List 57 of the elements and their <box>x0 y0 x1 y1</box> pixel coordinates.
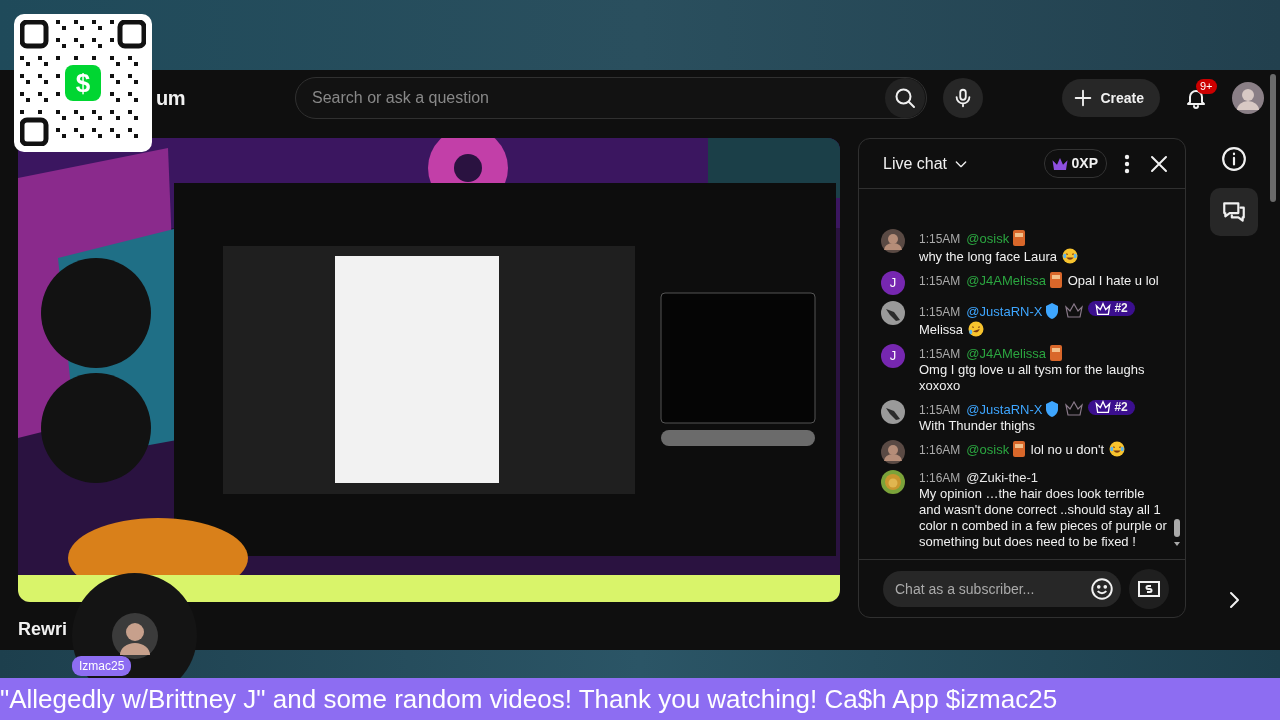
message-time: 1:15AM <box>919 403 961 417</box>
bird-avatar <box>881 301 905 325</box>
laughing-emoji-icon <box>1108 440 1127 458</box>
author-name[interactable]: @J4AMelissa <box>966 345 1047 361</box>
author-name[interactable]: @JustaRN-X <box>966 402 1043 417</box>
user-avatar: J <box>881 343 905 368</box>
cash-app-logo: $ <box>65 65 101 101</box>
xp-badge: 0XP <box>1043 149 1107 178</box>
account-avatar[interactable] <box>1232 82 1264 114</box>
message-time: 1:15AM <box>919 304 961 319</box>
chat-toggle-button[interactable] <box>1210 188 1258 236</box>
create-button[interactable]: Create <box>1062 79 1160 117</box>
bird-avatar <box>881 399 905 424</box>
notification-count: 9+ <box>1196 78 1217 94</box>
message-text: Omg I gtg love u all tysm for the laughs xoxoxo <box>919 361 1146 394</box>
message-time: 1:15AM <box>919 232 961 246</box>
author-name[interactable]: @osisk <box>966 442 1010 457</box>
message-text: Melissa <box>919 321 964 338</box>
super-chat-button[interactable] <box>1129 568 1169 609</box>
rank-number: #2 <box>1114 301 1128 316</box>
message-time: 1:16AM <box>919 471 961 485</box>
emoji-icon[interactable] <box>1089 575 1115 602</box>
guest-name-label: Izmac25 <box>72 656 132 676</box>
message-text: lol no u don't <box>1030 442 1105 458</box>
author-name[interactable]: @Zuki-the-1 <box>966 470 1039 485</box>
author-name[interactable]: @J4AMelissa <box>966 273 1047 288</box>
info-icon[interactable] <box>1221 146 1247 172</box>
author-name[interactable]: @osisk <box>966 231 1010 246</box>
message-text: With Thunder thighs <box>919 418 1036 434</box>
microphone-button[interactable] <box>943 78 983 118</box>
search-field[interactable]: Search or ask a question <box>295 77 927 119</box>
crown-icon <box>1095 301 1112 316</box>
user-avatar <box>881 229 905 253</box>
crown-icon <box>1095 400 1112 414</box>
laughing-emoji-icon <box>1061 247 1080 265</box>
ticker-text: "Allegedly w/Brittney J" and some random videos! Thank you watching! Ca$h App $izmac25 <box>0 684 1058 714</box>
rank-number: #2 <box>1114 399 1128 415</box>
money-icon <box>1137 578 1161 599</box>
chat-icon <box>1221 199 1247 225</box>
message-time: 1:16AM <box>919 443 961 457</box>
laughing-emoji-icon <box>967 319 986 338</box>
message-time: 1:15AM <box>919 346 961 361</box>
user-avatar <box>881 440 905 464</box>
user-avatar: J <box>881 271 905 295</box>
search-icon <box>893 86 917 110</box>
live-chat-dropdown[interactable]: Live chat <box>883 151 970 176</box>
message-text: Opal I hate u lol <box>1067 273 1159 289</box>
message-text: My opinion …the hair does look terrible and wasn't done correct ..should stay all 1 color n combed in a few pieces of purple or something but does need to be fixed ! <box>919 486 1167 550</box>
message-text: why the long face Laura <box>919 249 1058 265</box>
author-name[interactable]: @JustaRN-X <box>966 303 1043 319</box>
guest-avatar <box>112 613 158 659</box>
video-title: Rewri <box>18 618 68 641</box>
lion-avatar <box>881 470 905 494</box>
message-time: 1:15AM <box>919 274 961 288</box>
logo-text[interactable]: um <box>156 83 185 113</box>
page-scrollbar[interactable] <box>1270 74 1276 202</box>
chat-input-field[interactable]: Chat as a subscriber... <box>883 570 1121 607</box>
